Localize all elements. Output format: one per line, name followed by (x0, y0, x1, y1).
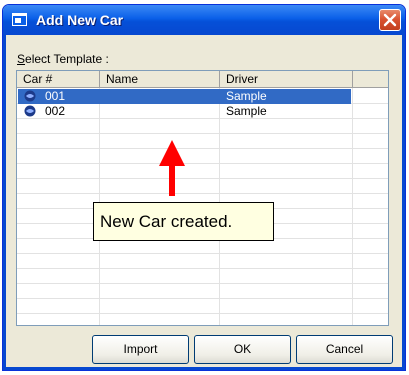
grid-line (17, 178, 388, 179)
grid-line (17, 313, 388, 314)
window-icon (12, 13, 27, 26)
cell-driver: Sample (226, 89, 267, 103)
grid-line (17, 283, 388, 284)
grid-line (17, 253, 388, 254)
car-icon (24, 105, 36, 117)
window-frame-left (3, 35, 6, 370)
grid-line (352, 88, 353, 325)
grid-line (17, 163, 388, 164)
cancel-button[interactable]: Cancel (296, 335, 393, 364)
import-button[interactable]: Import (92, 335, 189, 364)
title-bar[interactable]: Add New Car (3, 5, 405, 35)
window-frame-right (402, 35, 405, 370)
column-header-car[interactable]: Car # (17, 71, 100, 88)
cell-car: 002 (45, 104, 66, 118)
select-template-label: Select Template : (17, 52, 109, 66)
notification-tooltip: New Car created. (93, 202, 274, 241)
close-button[interactable] (379, 9, 401, 31)
window-title: Add New Car (36, 12, 124, 28)
column-header-filler (353, 71, 388, 88)
grid-line (17, 118, 388, 119)
window-frame-bottom (3, 367, 405, 370)
column-header-name[interactable]: Name (100, 71, 220, 88)
grid-line (17, 193, 388, 194)
annotation-arrow-icon (159, 140, 185, 196)
cell-driver: Sample (226, 104, 267, 118)
close-icon (383, 13, 397, 27)
grid-line (17, 133, 388, 134)
cell-car: 001 (45, 89, 66, 103)
selected-row-highlight (18, 89, 351, 104)
template-table[interactable]: Car # Name Driver 001 Sample 002 Sample (16, 70, 389, 326)
car-icon (24, 90, 36, 102)
grid-line (17, 298, 388, 299)
ok-button[interactable]: OK (194, 335, 291, 364)
grid-line (17, 268, 388, 269)
column-header-driver[interactable]: Driver (220, 71, 353, 88)
grid-line (17, 148, 388, 149)
